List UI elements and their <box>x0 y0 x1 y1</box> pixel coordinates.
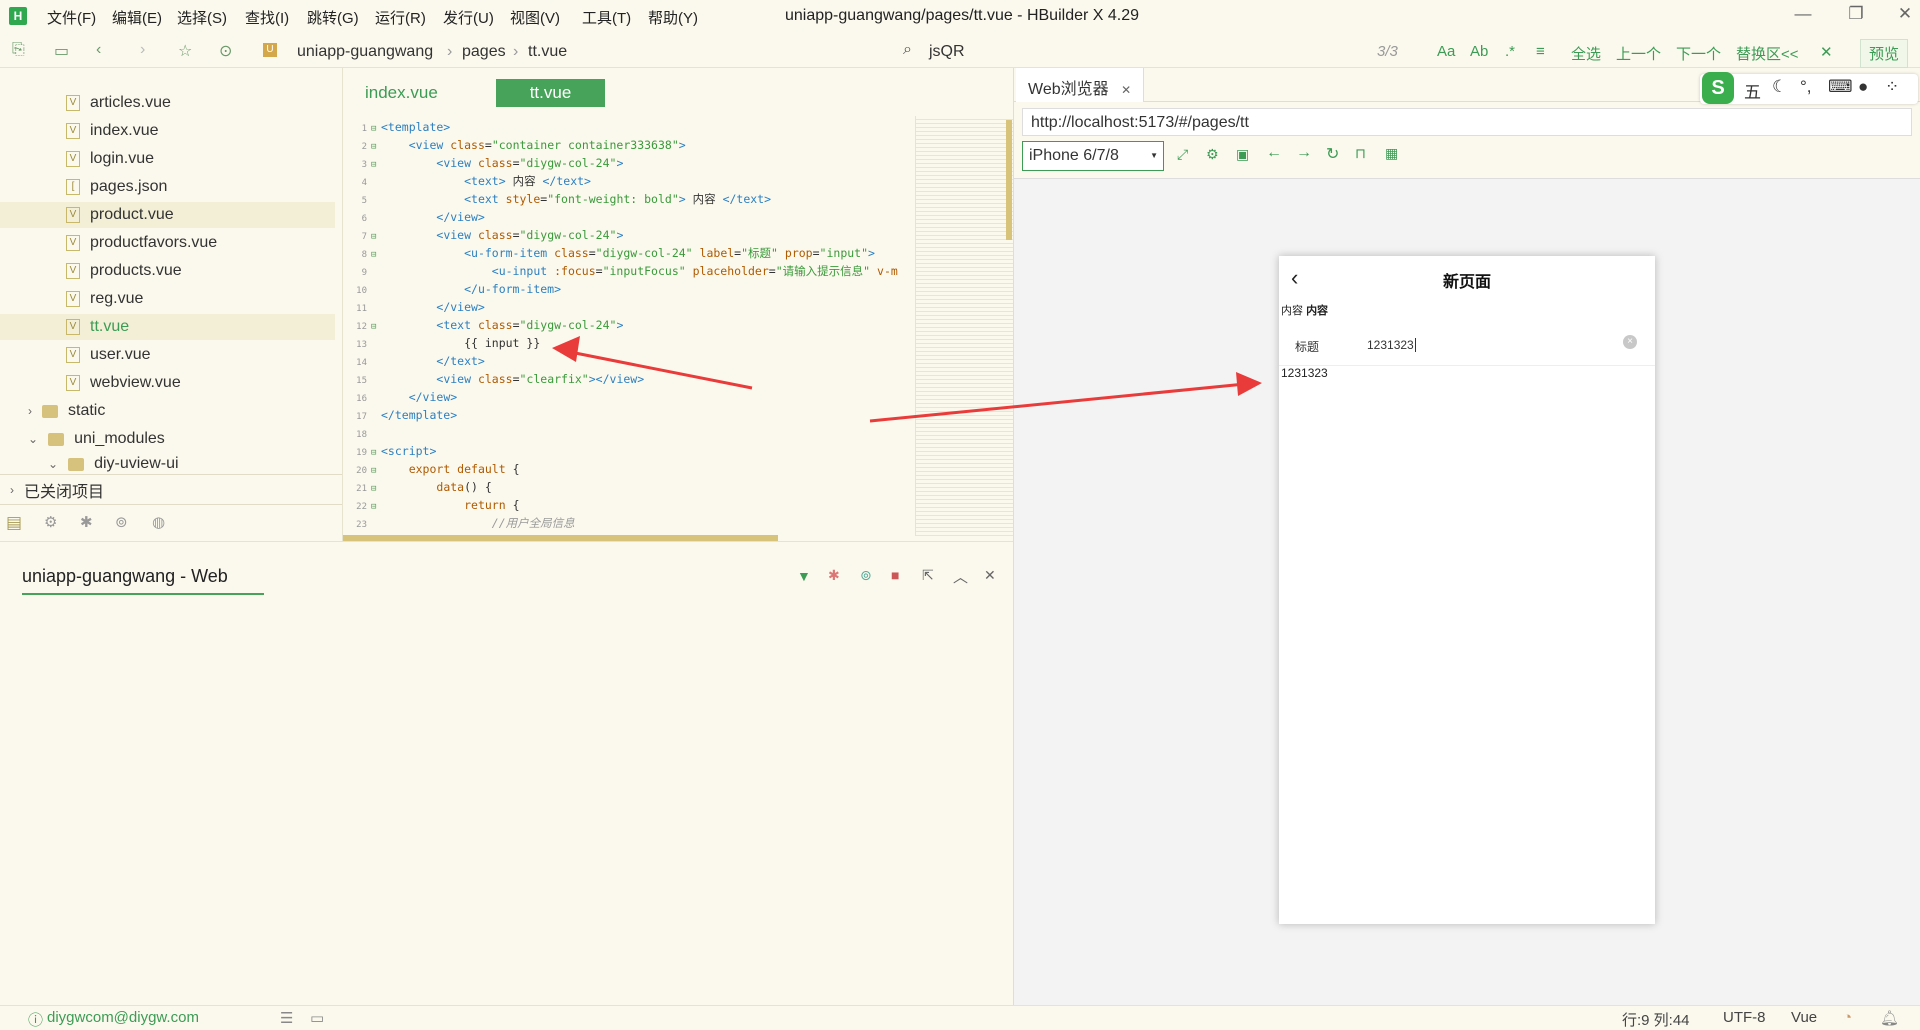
status-bar: ⓘ diygwcom@diygw.com ☰ ▭ 行:9 列:44 UTF-8 … <box>0 1005 1920 1029</box>
terminal-icon[interactable]: ▭ <box>310 1009 324 1027</box>
account-label[interactable]: diygwcom@diygw.com <box>47 1009 199 1026</box>
cursor-position[interactable]: 行:9 列:44 <box>1622 1009 1690 1030</box>
user-icon: ⓘ <box>28 1012 44 1029</box>
bell-icon[interactable]: 🔔︎ <box>1880 1009 1899 1027</box>
annotation-arrows <box>552 336 1262 423</box>
annotation-arrowhead-1 <box>552 336 580 362</box>
annotation-arrowhead-2 <box>1236 372 1262 396</box>
annotation-arrow-1 <box>559 348 753 390</box>
sync-icon[interactable]: ◔ <box>1843 1009 1852 1026</box>
language-mode[interactable]: Vue <box>1791 1009 1817 1026</box>
encoding[interactable]: UTF-8 <box>1723 1009 1766 1026</box>
list-icon[interactable]: ☰ <box>280 1009 293 1027</box>
annotation-arrow-2 <box>869 382 1246 423</box>
